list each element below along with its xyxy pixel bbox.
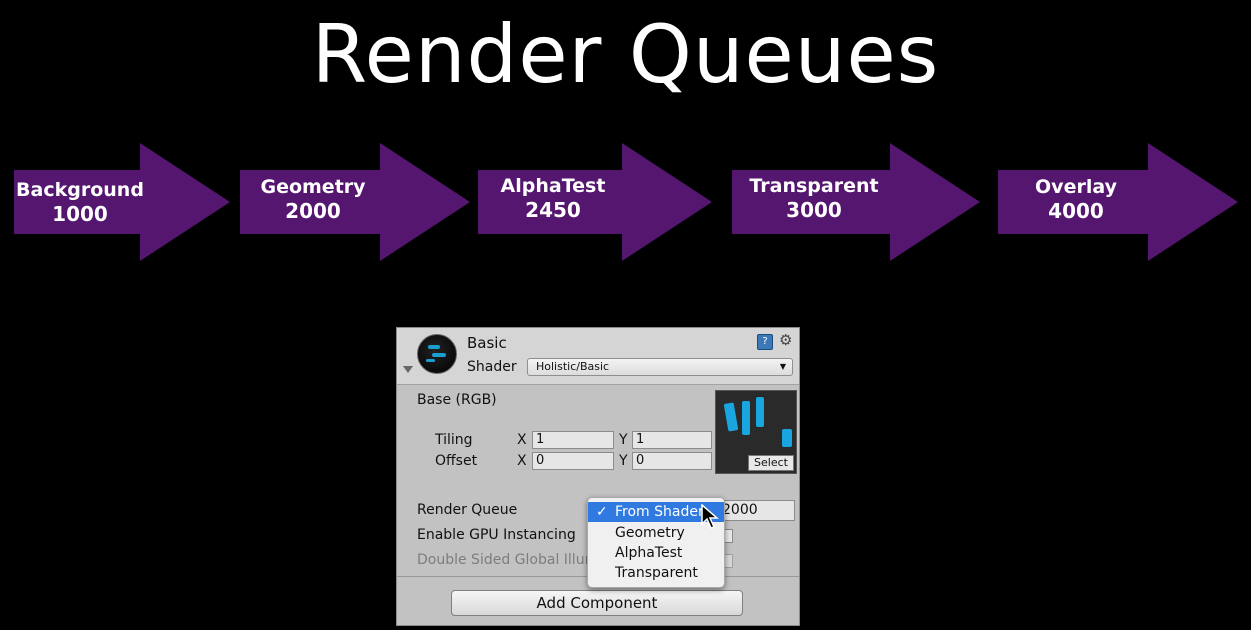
mouse-pointer-icon xyxy=(701,504,719,529)
queue-name: Geometry xyxy=(260,176,366,198)
queue-name: Overlay xyxy=(1035,176,1117,198)
tiling-y-label: Y xyxy=(619,432,628,448)
queue-value: 3000 xyxy=(786,197,842,222)
offset-x-label: X xyxy=(517,453,527,469)
queue-name: Transparent xyxy=(749,175,879,197)
checkmark-icon: ✓ xyxy=(596,504,608,520)
queue-value: 2450 xyxy=(525,197,581,222)
queue-label-transparent: Transparent 3000 xyxy=(736,175,892,222)
offset-x-field[interactable]: 0 xyxy=(532,452,614,470)
queue-value: 2000 xyxy=(285,198,341,223)
queue-value: 4000 xyxy=(1048,198,1104,223)
shader-dropdown-value: Holistic/Basic xyxy=(536,360,610,373)
base-rgb-label: Base (RGB) xyxy=(417,392,497,408)
inspector-header: Basic Shader Holistic/Basic ▼ ? ⚙ xyxy=(397,328,799,385)
gear-icon[interactable]: ⚙ xyxy=(779,331,792,349)
help-icon[interactable]: ? xyxy=(757,334,773,350)
offset-y-field[interactable]: 0 xyxy=(632,452,712,470)
queue-label-geometry: Geometry 2000 xyxy=(244,176,382,223)
render-queue-label: Render Queue xyxy=(417,502,518,518)
tiling-x-field[interactable]: 1 xyxy=(532,431,614,449)
queue-value: 1000 xyxy=(52,201,108,226)
double-sided-gi-label: Double Sided Global Illum xyxy=(417,552,599,568)
menu-item-label: Geometry xyxy=(615,525,685,541)
offset-label: Offset xyxy=(435,453,478,469)
texture-select-button[interactable]: Select xyxy=(748,455,794,471)
material-name: Basic xyxy=(467,334,507,352)
render-queue-arrows xyxy=(14,143,1238,261)
queue-name: Background xyxy=(16,179,144,201)
chevron-down-icon: ▼ xyxy=(779,362,786,371)
tiling-x-label: X xyxy=(517,432,527,448)
queue-label-background: Background 1000 xyxy=(14,179,146,226)
shader-label: Shader xyxy=(467,359,517,375)
queue-label-overlay: Overlay 4000 xyxy=(1010,176,1142,223)
foldout-arrow-icon[interactable] xyxy=(403,366,413,373)
queue-name: AlphaTest xyxy=(500,175,606,197)
gpu-instancing-label: Enable GPU Instancing xyxy=(417,527,576,543)
menu-item-label: From Shader xyxy=(615,504,704,520)
add-component-button[interactable]: Add Component xyxy=(451,590,743,616)
shader-dropdown[interactable]: Holistic/Basic ▼ xyxy=(527,358,793,376)
menu-item-transparent[interactable]: Transparent xyxy=(588,563,724,583)
offset-y-label: Y xyxy=(619,453,628,469)
tiling-y-field[interactable]: 1 xyxy=(632,431,712,449)
menu-item-label: AlphaTest xyxy=(615,545,683,561)
menu-item-label: Transparent xyxy=(615,565,698,581)
queue-label-alphatest: AlphaTest 2450 xyxy=(482,175,624,222)
material-preview-icon[interactable] xyxy=(417,334,457,374)
menu-item-alphatest[interactable]: AlphaTest xyxy=(588,543,724,563)
base-texture-slot[interactable]: Select xyxy=(715,390,797,474)
render-queue-field[interactable]: 2000 xyxy=(717,500,795,521)
tiling-label: Tiling xyxy=(435,432,473,448)
